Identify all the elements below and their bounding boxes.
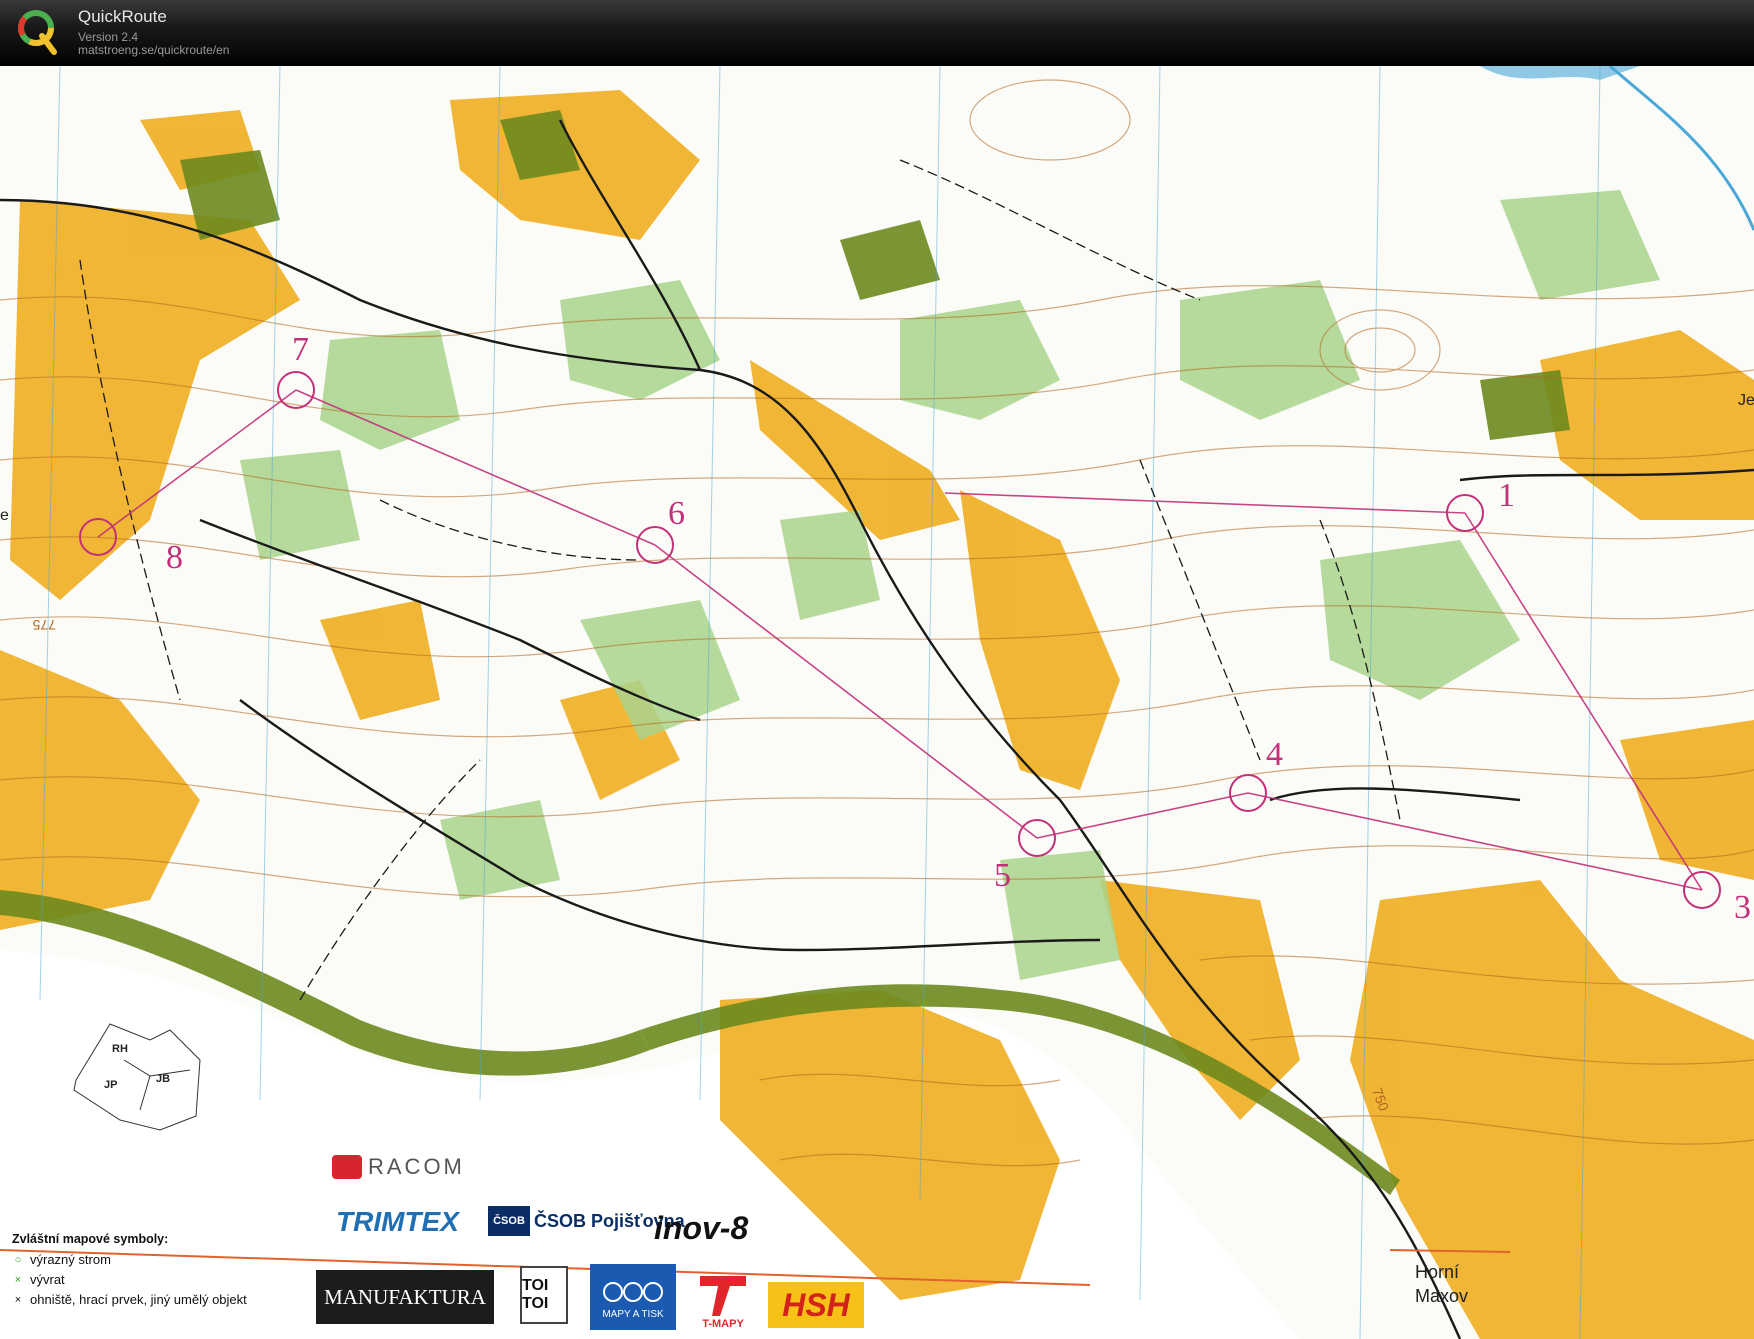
legend-circle-icon: ○ (14, 1254, 22, 1266)
quickroute-logo-icon (18, 10, 57, 55)
control-1-label: 1 (1498, 477, 1515, 514)
legend-item-tree: ○ výrazný strom (12, 1250, 292, 1270)
map-legend: Zvláštní mapové symboly: ○ výrazný strom… (12, 1232, 292, 1310)
region-label-rh: RH (112, 1043, 128, 1055)
sponsor-toitoi-logo: TOI TOI (520, 1266, 568, 1324)
app-url[interactable]: matstroeng.se/quickroute/en (78, 43, 229, 57)
orienteering-map[interactable]: 1 3 4 5 6 7 8 750 775 Je e RH JP JB Zvlá… (0, 66, 1754, 1339)
edge-label-e: e (0, 507, 9, 524)
control-5-label: 5 (994, 857, 1011, 894)
legend-cross-icon: × (14, 1274, 22, 1286)
legend-black-cross-icon: × (14, 1294, 22, 1306)
app-title: QuickRoute (78, 7, 167, 26)
control-7-label: 7 (292, 331, 309, 368)
racom-mark-icon (332, 1155, 362, 1179)
legend-title: Zvláštní mapové symboly: (12, 1232, 169, 1246)
legend-item-label: výrazný strom (30, 1252, 111, 1267)
app-version: Version 2.4 (78, 30, 139, 44)
sponsor-trimtex-logo: TRIMTEX (336, 1206, 459, 1237)
edge-label-je: Je (1738, 392, 1754, 409)
legend-item-label: ohniště, hrací prvek, jiný umělý objekt (30, 1292, 247, 1307)
sponsor-tmapy-logo: T-MAPY (696, 1272, 750, 1332)
csob-mark-icon: ČSOB (488, 1206, 530, 1236)
sponsor-inov8-logo: inov-8 (654, 1210, 749, 1246)
region-label-jb: JB (156, 1073, 171, 1085)
place-label-line1: Horní (1415, 1262, 1460, 1282)
legend-item-label: vývrat (30, 1272, 65, 1287)
region-label-jp: JP (104, 1079, 118, 1091)
tmapy-mark-icon (700, 1276, 746, 1316)
zaket-circles-icon (603, 1281, 663, 1302)
sponsor-manufaktura-logo: MANUFAKTURA (316, 1270, 494, 1324)
sponsor-racom-logo: RACOM (332, 1154, 465, 1180)
control-3-label: 3 (1734, 889, 1751, 926)
sponsor-hsh-logo: HSH (768, 1282, 864, 1328)
place-label-line2: Maxov (1415, 1286, 1469, 1306)
contour-label-775: 775 (32, 617, 56, 633)
control-4-label: 4 (1266, 736, 1283, 773)
control-8-label: 8 (166, 539, 183, 576)
sponsor-zaket-logo: MAPY A TISK (590, 1264, 676, 1330)
control-6-label: 6 (668, 495, 685, 532)
legend-item-uprooted-tree: × vývrat (12, 1270, 292, 1290)
map-canvas: 1 3 4 5 6 7 8 750 775 Je e (0, 66, 1754, 1339)
app-header: QuickRoute Version 2.4 matstroeng.se/qui… (0, 0, 1754, 66)
legend-item-fireplace: × ohniště, hrací prvek, jiný umělý objek… (12, 1290, 292, 1310)
